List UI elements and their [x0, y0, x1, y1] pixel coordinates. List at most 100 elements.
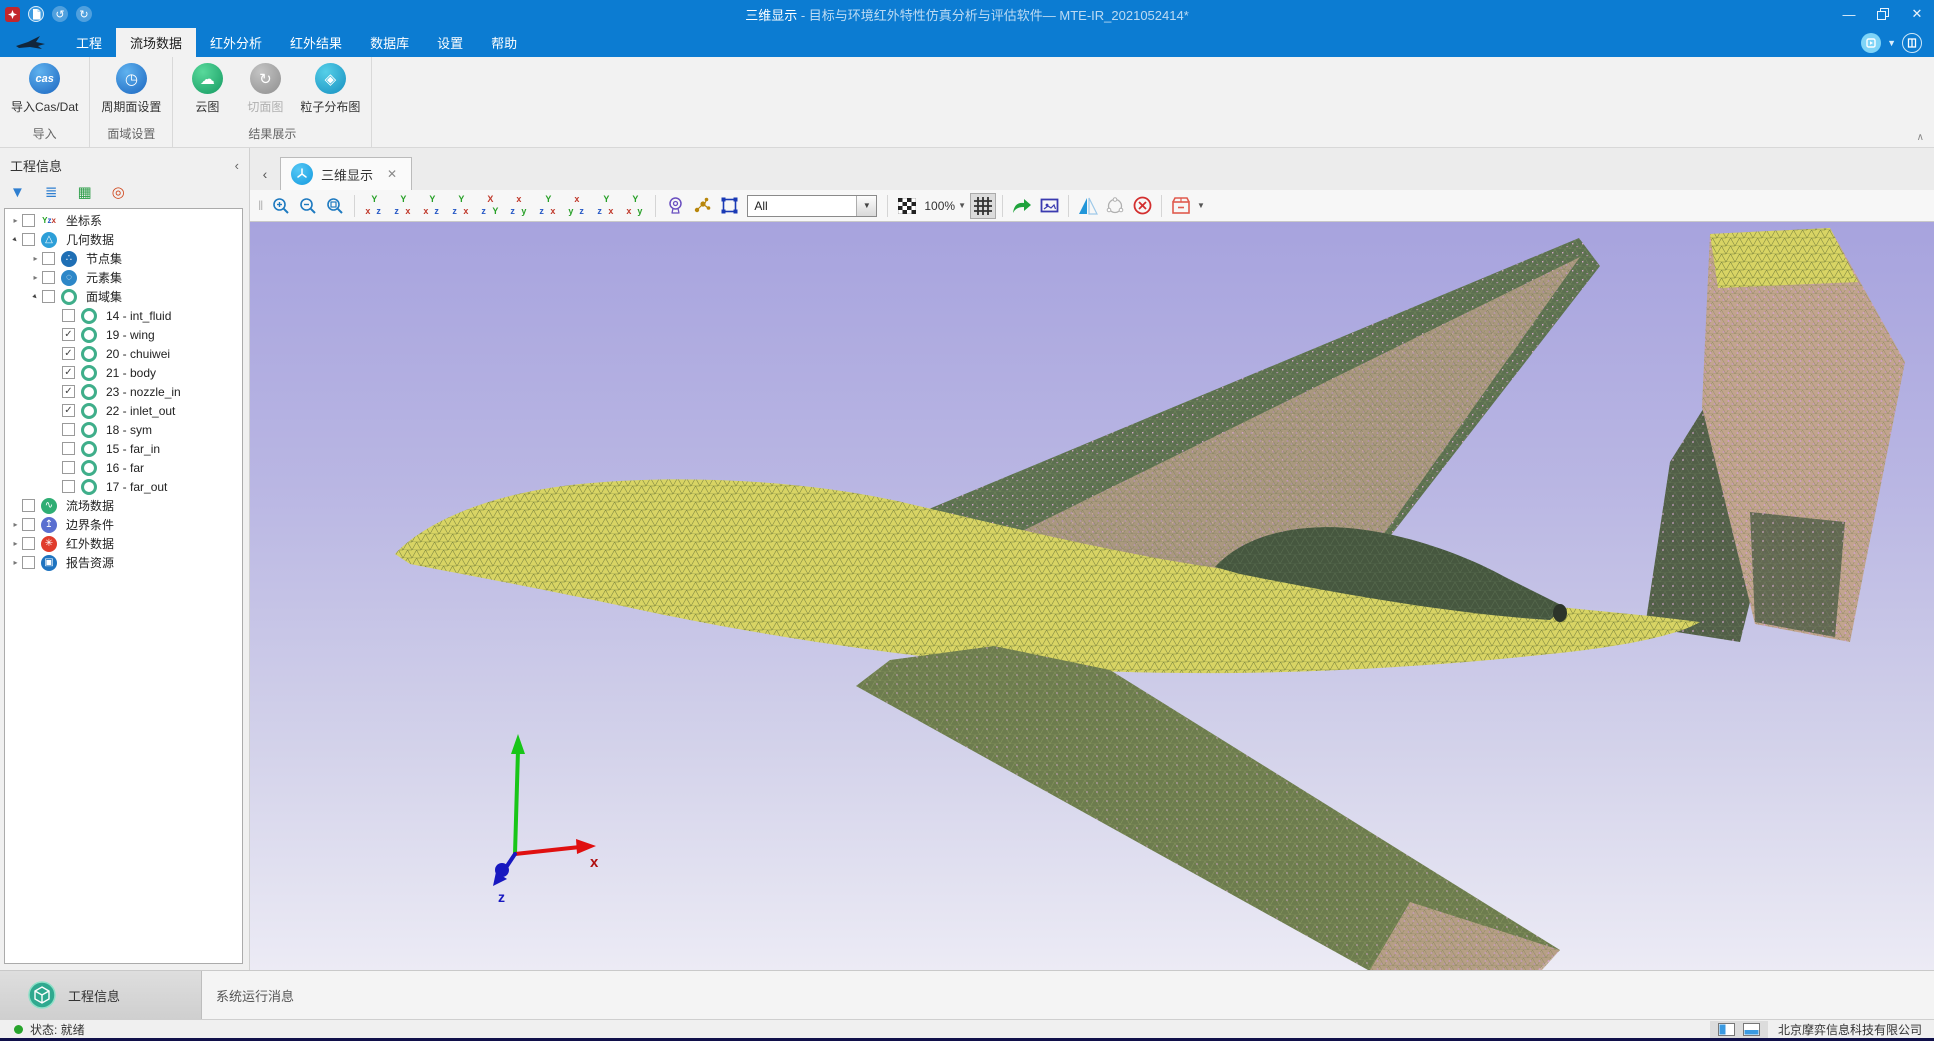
menu-tab-5[interactable]: 设置 — [423, 28, 477, 57]
tree-expander-icon[interactable]: ▸ — [28, 289, 44, 305]
redo-button[interactable]: ↻ — [76, 6, 92, 22]
tree-checkbox[interactable] — [22, 233, 35, 246]
zoom-in-button[interactable] — [268, 193, 294, 219]
tree-row[interactable]: ✓20 - chuiwei — [5, 344, 242, 363]
view-orientation-button-7[interactable]: Yzx — [535, 194, 562, 218]
tree-expander-icon[interactable]: ▸ — [8, 232, 24, 248]
ribbon-button-clock[interactable]: ◷周期面设置 — [96, 61, 166, 117]
locate-target-icon[interactable]: ◎ — [112, 185, 125, 200]
layout-left-panel-icon[interactable] — [1718, 1023, 1735, 1036]
tree-checkbox[interactable] — [22, 214, 35, 227]
tree-row[interactable]: ▸△几何数据 — [5, 230, 242, 249]
view-orientation-button-1[interactable]: Yxz — [361, 194, 388, 218]
menu-tab-0[interactable]: 工程 — [62, 28, 116, 57]
viewport-3d[interactable]: x z — [250, 222, 1934, 970]
view-orientation-button-8[interactable]: xyz — [564, 194, 591, 218]
tree-checkbox[interactable] — [22, 556, 35, 569]
tree-row[interactable]: ∿流场数据 — [5, 496, 242, 515]
panel-collapse-icon[interactable]: ‹ — [235, 158, 239, 173]
view-orientation-button-3[interactable]: Yxz — [419, 194, 446, 218]
tree-row[interactable]: 14 - int_fluid — [5, 306, 242, 325]
opacity-checker-icon[interactable] — [894, 193, 920, 219]
menu-tab-1[interactable]: 流场数据 — [116, 28, 196, 57]
tab-close-icon[interactable]: ✕ — [387, 167, 397, 181]
delete-result-button[interactable] — [1129, 193, 1155, 219]
zoom-level-control[interactable]: 100% ▼ — [924, 199, 966, 213]
tree-checkbox[interactable] — [62, 480, 75, 493]
tree-row[interactable]: ▸◌元素集 — [5, 268, 242, 287]
combo-dropdown-icon[interactable]: ▼ — [856, 196, 876, 216]
ribbon-button-cloud[interactable]: ☁云图 — [179, 61, 235, 117]
section-caret-icon[interactable]: ▼ — [1197, 201, 1205, 210]
tree-checkbox[interactable] — [22, 499, 35, 512]
tree-expander-icon[interactable]: ▸ — [29, 254, 42, 263]
menu-tab-2[interactable]: 红外分析 — [196, 28, 276, 57]
tree-row[interactable]: ✓22 - inlet_out — [5, 401, 242, 420]
restore-button[interactable] — [1866, 0, 1900, 28]
particle-trace-button[interactable] — [689, 193, 715, 219]
filter-icon[interactable]: ▼ — [10, 185, 25, 200]
tree-checkbox[interactable]: ✓ — [62, 385, 75, 398]
tab-3d-view[interactable]: 三维显示 ✕ — [280, 157, 412, 190]
zoom-out-button[interactable] — [295, 193, 321, 219]
tree-checkbox[interactable] — [22, 537, 35, 550]
tree-row[interactable]: 16 - far — [5, 458, 242, 477]
tree-row[interactable]: ▸Yzx坐标系 — [5, 211, 242, 230]
tree-row[interactable]: ✓19 - wing — [5, 325, 242, 344]
aircraft-mesh-model[interactable]: x z — [250, 222, 1934, 970]
menu-tab-3[interactable]: 红外结果 — [276, 28, 356, 57]
ribbon-button-cas-badge[interactable]: cas导入Cas/Dat — [6, 61, 83, 117]
tree-checkbox[interactable] — [42, 290, 55, 303]
tree-row[interactable]: ✓21 - body — [5, 363, 242, 382]
tree-row[interactable]: 18 - sym — [5, 420, 242, 439]
tree-checkbox[interactable]: ✓ — [62, 366, 75, 379]
layout-bottom-panel-icon[interactable] — [1743, 1023, 1760, 1036]
tree-checkbox[interactable]: ✓ — [62, 404, 75, 417]
menu-tab-6[interactable]: 帮助 — [477, 28, 531, 57]
tree-checkbox[interactable] — [42, 271, 55, 284]
tree-expander-icon[interactable]: ▸ — [9, 539, 22, 548]
app-logo-icon[interactable] — [5, 7, 20, 22]
tree-checkbox[interactable] — [62, 309, 75, 322]
mirror-button[interactable] — [1075, 193, 1101, 219]
tree-row[interactable]: 15 - far_in — [5, 439, 242, 458]
section-box-button[interactable] — [1168, 193, 1194, 219]
tree-checkbox[interactable] — [42, 252, 55, 265]
toolbar-grip[interactable]: ‖ — [258, 198, 263, 213]
tree-checkbox[interactable] — [62, 461, 75, 474]
tree-row[interactable]: ▸∴节点集 — [5, 249, 242, 268]
zoom-fit-button[interactable] — [322, 193, 348, 219]
probe-camera-button[interactable] — [662, 193, 688, 219]
tree-row[interactable]: ▸面域集 — [5, 287, 242, 306]
view-orientation-button-10[interactable]: Yxy — [622, 194, 649, 218]
menubar-caret-icon[interactable]: ▼ — [1887, 38, 1896, 48]
box-select-button[interactable] — [716, 193, 742, 219]
tree-row[interactable]: ▸↥边界条件 — [5, 515, 242, 534]
tree-checkbox[interactable]: ✓ — [62, 328, 75, 341]
user-panel-icon[interactable] — [1861, 33, 1881, 53]
minimize-button[interactable]: — — [1832, 0, 1866, 28]
view-orientation-button-4[interactable]: Yzx — [448, 194, 475, 218]
tree-row[interactable]: ▸▣报告资源 — [5, 553, 242, 572]
help-panel-icon[interactable] — [1902, 33, 1922, 53]
tree-row[interactable]: 17 - far_out — [5, 477, 242, 496]
export-share-button[interactable] — [1009, 193, 1035, 219]
tree-checkbox[interactable] — [62, 442, 75, 455]
list-view-icon[interactable]: ≣ — [45, 185, 58, 200]
dock-tab-project-info[interactable]: 工程信息 — [0, 971, 202, 1019]
view-orientation-button-2[interactable]: Yzx — [390, 194, 417, 218]
snapshot-button[interactable] — [1036, 193, 1062, 219]
mesh-toggle-button[interactable] — [970, 193, 996, 219]
view-orientation-button-9[interactable]: Yzx — [593, 194, 620, 218]
tree-expander-icon[interactable]: ▸ — [9, 558, 22, 567]
tree-expander-icon[interactable]: ▸ — [9, 520, 22, 529]
ribbon-button-particles[interactable]: ◈粒子分布图 — [295, 61, 365, 117]
close-button[interactable]: ✕ — [1900, 0, 1934, 28]
tree-checkbox[interactable]: ✓ — [62, 347, 75, 360]
tree-row[interactable]: ✓23 - nozzle_in — [5, 382, 242, 401]
tab-scroll-left-icon[interactable]: ‹ — [250, 166, 280, 190]
view-orientation-button-5[interactable]: XzY — [477, 194, 504, 218]
tree-checkbox[interactable] — [22, 518, 35, 531]
ribbon-collapse-icon[interactable]: ∧ — [1917, 132, 1924, 143]
menu-tab-4[interactable]: 数据库 — [356, 28, 423, 57]
